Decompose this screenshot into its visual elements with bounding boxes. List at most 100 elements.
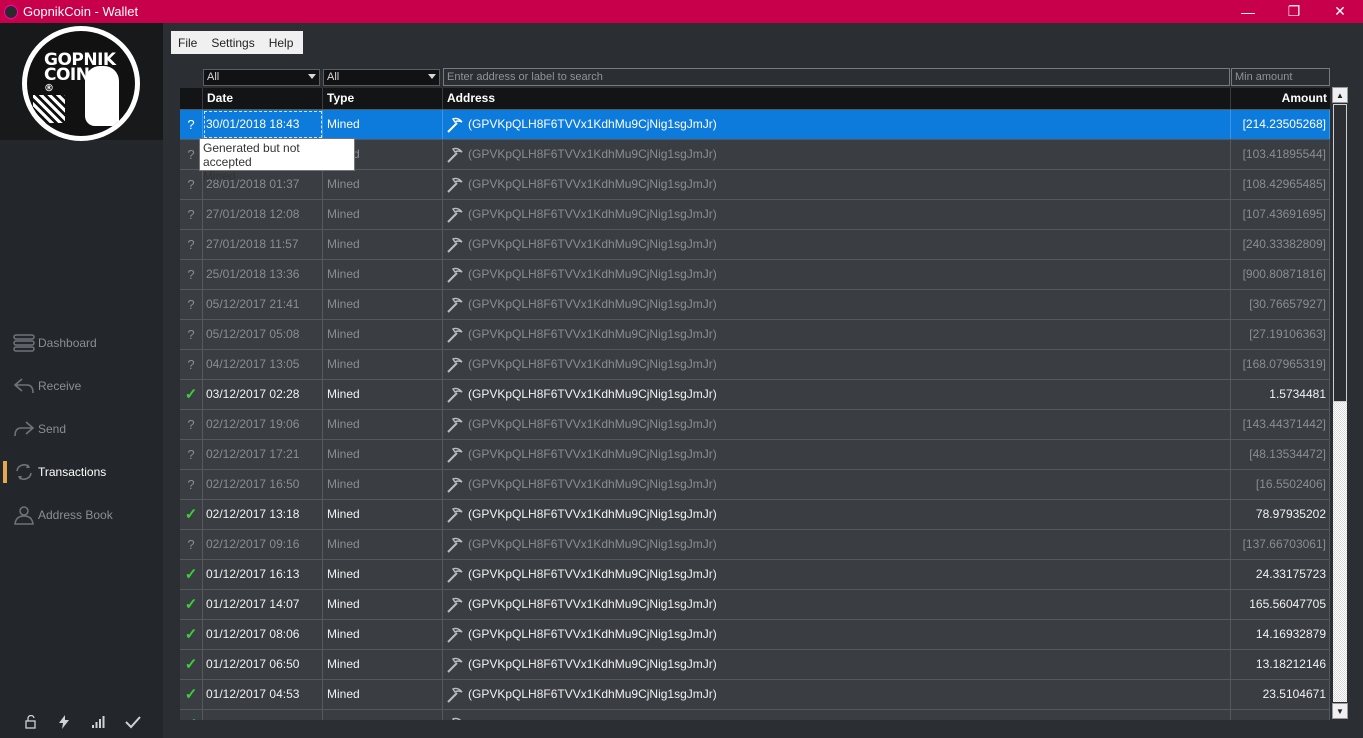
pickaxe-icon [447,117,463,133]
transaction-type: Mined [323,350,443,379]
sidebar-item-label: Address Book [38,508,113,522]
date-column-header[interactable]: Date [203,88,323,109]
transaction-amount: [30.76657927] [1231,290,1330,319]
chevron-down-icon [428,74,436,79]
transaction-type: Mined [323,530,443,559]
maximize-button[interactable]: ❐ [1271,0,1317,23]
table-scrollbar[interactable]: ▲ ▼ [1332,87,1348,719]
dashboard-icon [11,333,37,353]
scroll-up-button[interactable]: ▲ [1332,87,1348,103]
transaction-type: Mined [323,380,443,409]
pickaxe-icon [447,567,463,583]
table-row[interactable]: ✓ 01/12/2017 08:06 Mined (GPVKpQLH8F6TVVx1K… [180,619,1330,649]
transaction-address: (GPVKpQLH8F6TVVx1KdhMu9CjNig1sgJmJr) [443,590,1231,619]
pickaxe-icon [447,507,463,523]
transaction-type [323,710,443,720]
sidebar-item-receive[interactable]: Receive [0,371,163,401]
table-row[interactable]: ? 05/12/2017 21:41 Mined (GPVKpQLH8F6TVVx1K… [180,289,1330,319]
unconfirmed-question-icon: ? [180,410,203,439]
amount-column-header[interactable]: Amount [1231,88,1330,109]
transaction-date: 03/12/2017 02:28 [203,380,323,409]
sidebar-item-label: Receive [38,379,82,393]
lightning-icon[interactable] [58,714,70,732]
date-filter-select[interactable]: All [203,69,320,86]
table-row[interactable]: ✓ 01/12/2017 16:13 Mined (GPVKpQLH8F6TVVx1K… [180,559,1330,589]
min-amount-input[interactable]: Min amount [1231,68,1330,86]
transaction-date: 30/01/2018 18:43 [203,110,323,139]
menu-file[interactable]: File [171,36,204,50]
table-row[interactable]: ? 05/12/2017 05:08 Mined (GPVKpQLH8F6TVVx1K… [180,319,1330,349]
transaction-amount: [108.42965485] [1231,170,1330,199]
scroll-thumb[interactable] [1333,104,1347,402]
transaction-date: 02/12/2017 13:18 [203,500,323,529]
minimize-button[interactable]: — [1225,0,1271,23]
scroll-track[interactable] [1333,402,1347,702]
table-row[interactable]: ? 02/12/2017 19:06 Mined (GPVKpQLH8F6TVVx1K… [180,409,1330,439]
status-column-header[interactable] [180,88,203,109]
table-row[interactable]: ✓ 02/12/2017 13:18 Mined (GPVKpQLH8F6TVVx1K… [180,499,1330,529]
logo-area: GOPNIK COIN ® [0,23,163,141]
unconfirmed-question-icon: ? [180,320,203,349]
unconfirmed-question-icon: ? [180,290,203,319]
table-row[interactable]: ? 28/01/2018 01:37 Mined (GPVKpQLH8F6TVVx1K… [180,169,1330,199]
table-row[interactable]: ✓ 01/12/2017 04:53 Mined (GPVKpQLH8F6TVVx1K… [180,679,1330,709]
confirmed-check-icon: ✓ [180,380,203,409]
sidebar-item-dashboard[interactable]: Dashboard [0,328,163,358]
address-column-header[interactable]: Address [443,88,1231,109]
signal-icon[interactable] [91,715,105,732]
transaction-amount: [137.66703061] [1231,530,1330,559]
app-icon [4,4,18,19]
transaction-address: (GPVKpQLH8F6TVVx1KdhMu9CjNig1sgJmJr) [443,140,1231,169]
table-row[interactable]: ✓ 01/12/2017 14:07 Mined (GPVKpQLH8F6TVVx1K… [180,589,1330,619]
transaction-type: Mined [323,650,443,679]
menu-settings[interactable]: Settings [204,36,261,50]
table-row[interactable]: ? 27/01/2018 11:57 Mined (GPVKpQLH8F6TVVx1K… [180,229,1330,259]
table-row[interactable]: ? 30/01/2018 18:43 Mined (GPVKpQLH8F6TVVx1K… [180,109,1330,139]
pickaxe-icon [447,477,463,493]
transaction-amount: [240.33382809] [1231,230,1330,259]
transaction-type: Mined [323,620,443,649]
scroll-down-button[interactable]: ▼ [1332,703,1348,719]
type-column-header[interactable]: Type [323,88,443,109]
table-row[interactable]: ? 02/12/2017 09:16 Mined (GPVKpQLH8F6TVVx1K… [180,529,1330,559]
transaction-date: 02/12/2017 16:50 [203,470,323,499]
pickaxe-icon [447,417,463,433]
unconfirmed-question-icon: ? [180,260,203,289]
gopnikcoin-logo: GOPNIK COIN ® [22,26,140,141]
transaction-address: (GPVKpQLH8F6TVVx1KdhMu9CjNig1sgJmJr) [443,560,1231,589]
sidebar-item-transactions[interactable]: Transactions [0,457,163,487]
close-button[interactable]: ✕ [1317,0,1363,23]
table-row[interactable]: ✓ [180,709,1330,720]
transaction-date: 04/12/2017 13:05 [203,350,323,379]
transaction-date: 27/01/2018 11:57 [203,230,323,259]
table-row[interactable]: ✓ 01/12/2017 06:50 Mined (GPVKpQLH8F6TVVx1K… [180,649,1330,679]
table-row[interactable]: ✓ 03/12/2017 02:28 Mined (GPVKpQLH8F6TVVx1K… [180,379,1330,409]
confirmed-check-icon: ✓ [180,500,203,529]
transaction-address: (GPVKpQLH8F6TVVx1KdhMu9CjNig1sgJmJr) [443,320,1231,349]
transaction-date: 01/12/2017 04:53 [203,680,323,709]
transaction-address: (GPVKpQLH8F6TVVx1KdhMu9CjNig1sgJmJr) [443,620,1231,649]
synced-check-icon[interactable] [125,715,141,732]
sidebar-item-address-book[interactable]: Address Book [0,500,163,530]
logo-figure [85,66,119,126]
transaction-type: Mined [323,200,443,229]
table-row[interactable]: ? 02/12/2017 16:50 Mined (GPVKpQLH8F6TVVx1K… [180,469,1330,499]
transaction-address: (GPVKpQLH8F6TVVx1KdhMu9CjNig1sgJmJr) [443,500,1231,529]
table-row[interactable]: ? 25/01/2018 13:36 Mined (GPVKpQLH8F6TVVx1K… [180,259,1330,289]
table-row[interactable]: ? 02/12/2017 17:21 Mined (GPVKpQLH8F6TVVx1K… [180,439,1330,469]
pickaxe-icon [447,537,463,553]
transaction-amount: [48.13534472] [1231,440,1330,469]
transaction-type: Mined [323,500,443,529]
status-bar [0,712,163,734]
table-row[interactable]: ? 27/01/2018 12:08 Mined (GPVKpQLH8F6TVVx1K… [180,199,1330,229]
lock-icon[interactable] [24,714,38,732]
unconfirmed-question-icon: ? [180,470,203,499]
unconfirmed-question-icon: ? [180,530,203,559]
menu-help[interactable]: Help [262,36,301,50]
type-filter-select[interactable]: All [323,69,440,86]
sidebar-item-send[interactable]: Send [0,414,163,444]
table-row[interactable]: ? 04/12/2017 13:05 Mined (GPVKpQLH8F6TVVx1K… [180,349,1330,379]
search-input[interactable]: Enter address or label to search [443,68,1230,86]
unconfirmed-question-icon: ? [180,230,203,259]
confirmed-check-icon: ✓ [180,650,203,679]
